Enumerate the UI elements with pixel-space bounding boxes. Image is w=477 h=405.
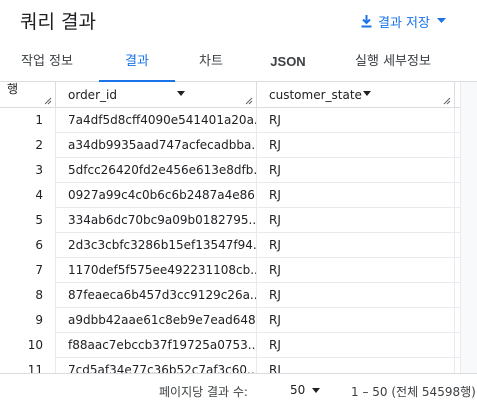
row-number: 4 <box>0 183 56 208</box>
download-icon <box>361 15 372 28</box>
column-header-row: 행 <box>0 82 56 108</box>
sort-arrow-icon[interactable] <box>363 91 371 96</box>
table-row: 11 7cd5af34e77c36b52c7af3c60... RJ <box>0 358 460 373</box>
order-id-cell[interactable]: 1170def5f575ee492231108cb... <box>56 258 257 283</box>
tab-results[interactable]: 결과 <box>99 42 175 83</box>
row-number: 2 <box>0 133 56 158</box>
results-tabs: 작업 정보 결과 차트 JSON 실행 세부정보 <box>0 42 477 83</box>
row-number: 11 <box>0 358 56 373</box>
table-row: 6 2d3c3cbfc3286b15ef13547f94... RJ <box>0 233 460 258</box>
row-number: 8 <box>0 283 56 308</box>
order-id-cell[interactable]: 334ab6dc70bc9a09b0182795... <box>56 208 257 233</box>
customer-state-cell[interactable]: RJ <box>257 208 455 233</box>
vertical-scrollbar[interactable] <box>460 82 477 373</box>
resize-handle-icon[interactable] <box>245 97 253 105</box>
table-header: 행 order_id customer_state <box>0 82 460 108</box>
tab-job-info[interactable]: 작업 정보 <box>6 42 88 82</box>
resize-handle-icon[interactable] <box>44 97 52 105</box>
table-row: 4 0927a99c4c0b6c6b2487a4e86... RJ <box>0 183 460 208</box>
tab-chart[interactable]: 차트 <box>182 42 240 82</box>
customer-state-cell[interactable]: RJ <box>257 233 455 258</box>
customer-state-cell[interactable]: RJ <box>257 183 455 208</box>
column-header-order-id[interactable]: order_id <box>56 82 257 108</box>
chevron-down-icon <box>436 18 446 23</box>
table-row: 5 334ab6dc70bc9a09b0182795... RJ <box>0 208 460 233</box>
row-number: 9 <box>0 308 56 333</box>
customer-state-cell[interactable]: RJ <box>257 158 455 183</box>
chevron-down-icon <box>312 387 321 393</box>
pagination-bar: 페이지당 결과 수: 50 1 – 50 (전체 54598행) <box>0 373 477 405</box>
customer-state-cell[interactable]: RJ <box>257 108 455 133</box>
order-id-cell[interactable]: a9dbb42aae61c8eb9e7ead648... <box>56 308 257 333</box>
table-row: 9 a9dbb42aae61c8eb9e7ead648... RJ <box>0 308 460 333</box>
order-id-cell[interactable]: 5dfcc26420fd2e456e613e8dfb... <box>56 158 257 183</box>
column-header-customer-state[interactable]: customer_state <box>257 82 455 108</box>
tab-execution-details[interactable]: 실행 세부정보 <box>338 42 448 82</box>
order-id-cell[interactable]: 0927a99c4c0b6c6b2487a4e86... <box>56 183 257 208</box>
row-number: 5 <box>0 208 56 233</box>
row-number: 7 <box>0 258 56 283</box>
customer-state-cell[interactable]: RJ <box>257 283 455 308</box>
row-number: 3 <box>0 158 56 183</box>
order-id-cell[interactable]: 7a4df5d8cff4090e541401a20a... <box>56 108 257 133</box>
table-row: 2 a34db9935aad747acfecadbba... RJ <box>0 133 460 158</box>
save-results-label: 결과 저장 <box>378 15 430 31</box>
order-id-cell[interactable]: f88aac7ebccb37f19725a0753... <box>56 333 257 358</box>
row-number: 6 <box>0 233 56 258</box>
customer-state-cell[interactable]: RJ <box>257 358 455 373</box>
sort-arrow-icon[interactable] <box>177 91 185 96</box>
order-id-cell[interactable]: 87feaeca6b457d3cc9129c26a... <box>56 283 257 308</box>
tab-json[interactable]: JSON <box>258 42 318 82</box>
table-row: 3 5dfcc26420fd2e456e613e8dfb... RJ <box>0 158 460 183</box>
row-number: 10 <box>0 333 56 358</box>
order-id-cell[interactable]: 2d3c3cbfc3286b15ef13547f94... <box>56 233 257 258</box>
customer-state-cell[interactable]: RJ <box>257 258 455 283</box>
save-results-button[interactable]: 결과 저장 <box>360 10 451 32</box>
customer-state-cell[interactable]: RJ <box>257 308 455 333</box>
per-page-select[interactable]: 50 <box>290 380 321 400</box>
table-row: 10 f88aac7ebccb37f19725a0753... RJ <box>0 333 460 358</box>
customer-state-cell[interactable]: RJ <box>257 333 455 358</box>
page-title: 쿼리 결과 <box>20 11 96 33</box>
table-row: 1 7a4df5d8cff4090e541401a20a... RJ <box>0 108 460 133</box>
results-header: 쿼리 결과 결과 저장 <box>0 0 477 42</box>
resize-handle-icon[interactable] <box>443 97 451 105</box>
per-page-value: 50 <box>290 383 306 397</box>
row-number: 1 <box>0 108 56 133</box>
results-table: 행 order_id customer_state 1 7a4df5d8cff4… <box>0 82 477 373</box>
customer-state-cell[interactable]: RJ <box>257 133 455 158</box>
order-id-cell[interactable]: a34db9935aad747acfecadbba... <box>56 133 257 158</box>
page-range-text: 1 – 50 (전체 54598행) <box>351 385 476 399</box>
per-page-label: 페이지당 결과 수: <box>159 385 248 399</box>
table-row: 8 87feaeca6b457d3cc9129c26a... RJ <box>0 283 460 308</box>
table-row: 7 1170def5f575ee492231108cb... RJ <box>0 258 460 283</box>
order-id-cell[interactable]: 7cd5af34e77c36b52c7af3c60... <box>56 358 257 373</box>
